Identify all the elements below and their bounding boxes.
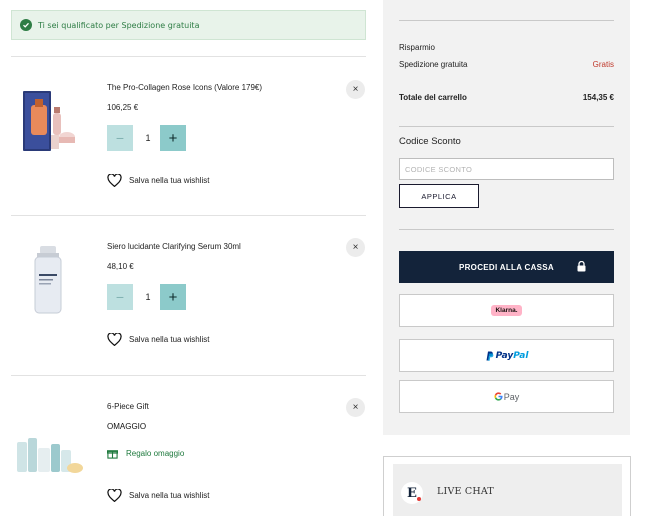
- quantity-decrease-button[interactable]: −: [107, 284, 133, 310]
- quantity-value: 1: [145, 292, 151, 302]
- quantity-decrease-button[interactable]: −: [107, 125, 133, 151]
- divider: [399, 229, 614, 230]
- gift-label: Regalo omaggio: [126, 449, 185, 458]
- cart-item-clarifying-serum: Siero lucidante Clarifying Serum 30ml 48…: [11, 216, 366, 375]
- remove-item-button[interactable]: ×: [346, 238, 365, 257]
- live-chat-header[interactable]: E LIVE CHAT: [393, 464, 622, 516]
- google-pay-button[interactable]: Pay: [399, 380, 614, 413]
- product-price: 48,10 €: [107, 262, 134, 271]
- quantity-increase-button[interactable]: +: [160, 125, 186, 151]
- gift-price-label: OMAGGIO: [107, 422, 147, 431]
- minus-icon: −: [115, 130, 125, 146]
- checkout-button[interactable]: PROCEDI ALLA CASSA: [399, 251, 614, 283]
- remove-item-button[interactable]: ×: [346, 80, 365, 99]
- klarna-payment-button[interactable]: Klarna.: [399, 294, 614, 327]
- product-name[interactable]: Siero lucidante Clarifying Serum 30ml: [107, 242, 241, 251]
- close-icon: ×: [352, 242, 359, 253]
- brand-logo-icon: E: [401, 482, 423, 504]
- save-to-wishlist-button[interactable]: Salva nella tua wishlist: [107, 174, 209, 187]
- minus-icon: −: [115, 289, 125, 305]
- wishlist-label: Salva nella tua wishlist: [129, 491, 210, 500]
- product-name[interactable]: 6-Piece Gift: [107, 402, 149, 411]
- google-pay-text: Pay: [503, 391, 520, 402]
- google-pay-logo: Pay: [494, 391, 520, 402]
- wishlist-label: Salva nella tua wishlist: [129, 176, 210, 185]
- product-image: [17, 87, 79, 162]
- quantity-increase-button[interactable]: +: [160, 284, 186, 310]
- live-chat-widget[interactable]: E LIVE CHAT: [383, 456, 631, 516]
- product-name[interactable]: The Pro-Collagen Rose Icons (Valore 179€…: [107, 83, 262, 92]
- heart-icon: [107, 489, 122, 502]
- paypal-logo: Pay Pal: [485, 350, 529, 361]
- heart-icon: [107, 174, 122, 187]
- free-gift-tag: Regalo omaggio: [107, 448, 184, 459]
- savings-label: Risparmio: [399, 43, 436, 52]
- brand-logo-letter: E: [407, 485, 417, 501]
- product-image: [15, 434, 85, 481]
- coupon-code-input[interactable]: [399, 158, 614, 180]
- wishlist-label: Salva nella tua wishlist: [129, 335, 210, 344]
- google-g-icon: [494, 392, 503, 401]
- product-image: [31, 244, 65, 321]
- coupon-title: Codice Sconto: [399, 136, 461, 147]
- klarna-logo: Klarna.: [491, 305, 522, 316]
- close-icon: ×: [352, 84, 359, 95]
- divider: [399, 20, 614, 21]
- product-price: 106,25 €: [107, 103, 139, 112]
- divider: [399, 126, 614, 127]
- paypal-payment-button[interactable]: Pay Pal: [399, 339, 614, 372]
- cart-total-value: 154,35 €: [582, 93, 614, 102]
- cart-item-gift: 6-Piece Gift OMAGGIO × Regalo omaggio Sa…: [11, 376, 366, 516]
- status-dot: [417, 497, 421, 501]
- shipping-value: Gratis: [592, 60, 614, 69]
- apply-coupon-button[interactable]: APPLICA: [399, 184, 479, 208]
- free-shipping-text: Ti sei qualificato per Spedizione gratui…: [38, 20, 200, 30]
- paypal-icon: [486, 351, 493, 361]
- plus-icon: +: [168, 288, 178, 306]
- close-icon: ×: [352, 402, 359, 413]
- plus-icon: +: [168, 129, 178, 147]
- checkout-label: PROCEDI ALLA CASSA: [458, 262, 555, 272]
- paypal-text-1: Pay: [495, 350, 514, 361]
- save-to-wishlist-button[interactable]: Salva nella tua wishlist: [107, 333, 209, 346]
- order-summary-panel: Risparmio Spedizione gratuita Gratis Tot…: [383, 0, 630, 435]
- heart-icon: [107, 333, 122, 346]
- cart-total-label: Totale del carrello: [399, 93, 467, 102]
- remove-item-button[interactable]: ×: [346, 398, 365, 417]
- quantity-value: 1: [145, 133, 151, 143]
- shipping-label: Spedizione gratuita: [399, 60, 468, 69]
- cart-item-rose-icons: The Pro-Collagen Rose Icons (Valore 179€…: [11, 57, 366, 215]
- save-to-wishlist-button[interactable]: Salva nella tua wishlist: [107, 489, 209, 502]
- lock-icon: [577, 261, 586, 272]
- check-circle-icon: [20, 19, 32, 31]
- free-shipping-notice: Ti sei qualificato per Spedizione gratui…: [11, 10, 366, 40]
- live-chat-label: LIVE CHAT: [437, 486, 494, 497]
- gift-icon: [107, 450, 118, 459]
- paypal-text-2: Pal: [513, 350, 529, 361]
